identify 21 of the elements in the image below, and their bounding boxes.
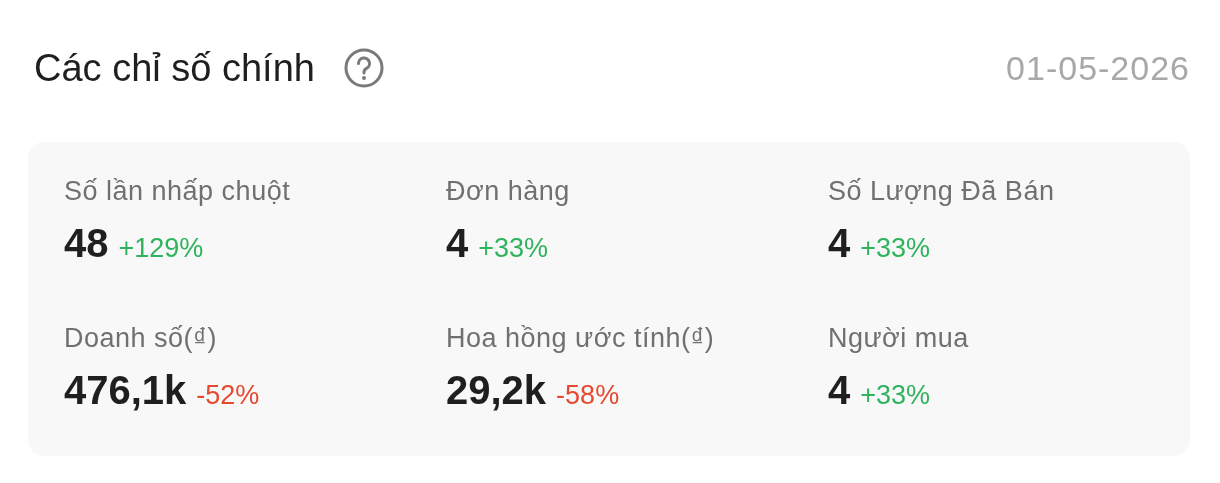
change-percent: +33% (860, 233, 931, 264)
help-icon[interactable] (342, 47, 385, 89)
change-percent: +129% (118, 233, 204, 264)
metric-label: Số Lượng Đã Bán (828, 176, 1056, 207)
change-percent: -52% (196, 380, 260, 411)
metric-label: Doanh số(₫) (64, 323, 218, 354)
change-percent: +33% (860, 380, 931, 411)
metric-value: 29,2k (446, 368, 547, 413)
metric-value: 476,1k (64, 368, 187, 413)
metric-label: Hoa hồng ước tính(₫) (446, 323, 716, 354)
metric-value: 4 (828, 368, 851, 413)
section-title: Các chỉ số chính (34, 46, 315, 90)
metric-label: Số lần nhấp chuột (64, 176, 292, 207)
change-percent: +33% (478, 233, 549, 264)
change-percent: -58% (556, 380, 620, 411)
metric-label: Người mua (828, 323, 970, 354)
date-text: 01-05-2026 (1006, 48, 1190, 88)
metric-value: 48 (64, 221, 109, 266)
metric-label: Đơn hàng (446, 176, 571, 207)
metric-value: 4 (828, 221, 851, 266)
metric-value: 4 (446, 221, 469, 266)
